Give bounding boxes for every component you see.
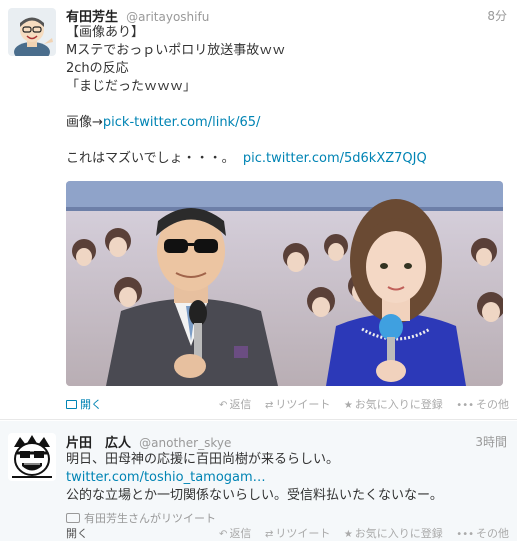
tweet-timestamp[interactable]: 8分 xyxy=(487,7,507,24)
more-label: その他 xyxy=(476,527,509,540)
tweet-actions: 開く ↶ 返信 ⇄ リツイート ★ お気に入りに登録 ••• その他 xyxy=(66,525,509,543)
more-button[interactable]: ••• その他 xyxy=(456,396,509,412)
reply-icon: ↶ xyxy=(219,529,228,540)
reply-button[interactable]: ↶ 返信 xyxy=(219,525,251,541)
tweet-header: 有田芳生 @aritayoshifu 8分 xyxy=(66,6,507,25)
reply-icon: ↶ xyxy=(219,400,228,411)
image-prefix: 画像→ xyxy=(66,115,103,130)
tweet-text-line: 2chの反応 xyxy=(66,61,129,76)
retweet-label: リツイート xyxy=(275,527,331,540)
more-icon: ••• xyxy=(456,400,474,411)
tweet-author-username[interactable]: @another_skye xyxy=(139,436,231,450)
more-label: その他 xyxy=(476,398,509,411)
tweet-text: 明日、田母神の応援に百田尚樹が来るらしい。 twitter.com/toshio… xyxy=(66,451,507,505)
tweet-text-line: Mステでおっｐいポロリ放送事故ｗｗ xyxy=(66,43,286,58)
tweet-author-username[interactable]: @aritayoshifu xyxy=(126,10,209,24)
tweet-text-line: これはマズいでしょ・・・。 pic.twitter.com/5d6kXZ7QJQ xyxy=(66,150,507,168)
favorite-label: お気に入りに登録 xyxy=(354,527,443,540)
retweet-icon: ⇄ xyxy=(264,400,274,411)
tweet-timestamp[interactable]: 3時間 xyxy=(475,433,507,450)
tweet-link[interactable]: twitter.com/toshio_tamogam… xyxy=(66,469,507,487)
reply-label: 返信 xyxy=(229,527,252,540)
reply-label: 返信 xyxy=(229,398,252,411)
tweet-text-line: 「まじだったｗｗｗ」 xyxy=(66,79,197,94)
tweet-author-name[interactable]: 有田芳生 xyxy=(66,10,118,25)
retweet-context: 有田芳生さんがリツイート xyxy=(66,510,216,526)
tweet-text-fragment: これはマズいでしょ・・・。 xyxy=(66,151,235,166)
retweet-button[interactable]: ⇄ リツイート xyxy=(265,396,330,412)
retweet-icon: ⇄ xyxy=(264,529,274,540)
avatar[interactable] xyxy=(8,433,56,481)
tweet-text-line: 画像→pick-twitter.com/link/65/ xyxy=(66,114,507,132)
avatar[interactable] xyxy=(8,8,56,56)
favorite-label: お気に入りに登録 xyxy=(354,398,443,411)
favorite-button[interactable]: ★ お気に入りに登録 xyxy=(344,525,443,541)
tweet-header: 片田 広人 @another_skye 3時間 xyxy=(66,432,507,451)
more-button[interactable]: ••• その他 xyxy=(456,525,509,541)
tweet-item[interactable]: 片田 広人 @another_skye 3時間 明日、田母神の応援に百田尚樹が来… xyxy=(0,421,517,541)
tweet-actions: 開く ↶ 返信 ⇄ リツイート ★ お気に入りに登録 ••• その他 xyxy=(66,396,509,414)
tweet-text: 【画像あり】 Mステでおっｐいポロリ放送事故ｗｗ 2chの反応 「まじだったｗｗ… xyxy=(66,24,507,168)
retweet-label: リツイート xyxy=(275,398,331,411)
tweet-text-line: 公的な立場とか一切関係ないらしい。受信料払いたくないなー。 xyxy=(66,488,443,503)
star-icon: ★ xyxy=(343,400,353,411)
more-icon: ••• xyxy=(456,529,474,540)
reply-button[interactable]: ↶ 返信 xyxy=(219,396,251,412)
tweet-text-line: 【画像あり】 xyxy=(66,25,145,40)
photo-icon xyxy=(66,400,77,409)
tweet-author-name[interactable]: 片田 広人 xyxy=(66,436,131,451)
tweet-photo[interactable] xyxy=(66,181,503,386)
tweet-link[interactable]: pick-twitter.com/link/65/ xyxy=(103,115,261,130)
retweet-button[interactable]: ⇄ リツイート xyxy=(265,525,330,541)
retweet-icon xyxy=(66,513,80,523)
favorite-button[interactable]: ★ お気に入りに登録 xyxy=(344,396,443,412)
star-icon: ★ xyxy=(343,529,353,540)
open-tweet-link[interactable]: 開く xyxy=(66,396,102,412)
tweet-text-line: 明日、田母神の応援に百田尚樹が来るらしい。 xyxy=(66,452,340,467)
open-label: 開く xyxy=(80,398,102,411)
tweet-item[interactable]: 有田芳生 @aritayoshifu 8分 【画像あり】 Mステでおっｐいポロリ… xyxy=(0,0,517,420)
pic-link[interactable]: pic.twitter.com/5d6kXZ7QJQ xyxy=(243,151,427,166)
retweeted-by-label[interactable]: 有田芳生さんがリツイート xyxy=(84,512,216,525)
open-tweet-link[interactable]: 開く xyxy=(66,525,88,541)
